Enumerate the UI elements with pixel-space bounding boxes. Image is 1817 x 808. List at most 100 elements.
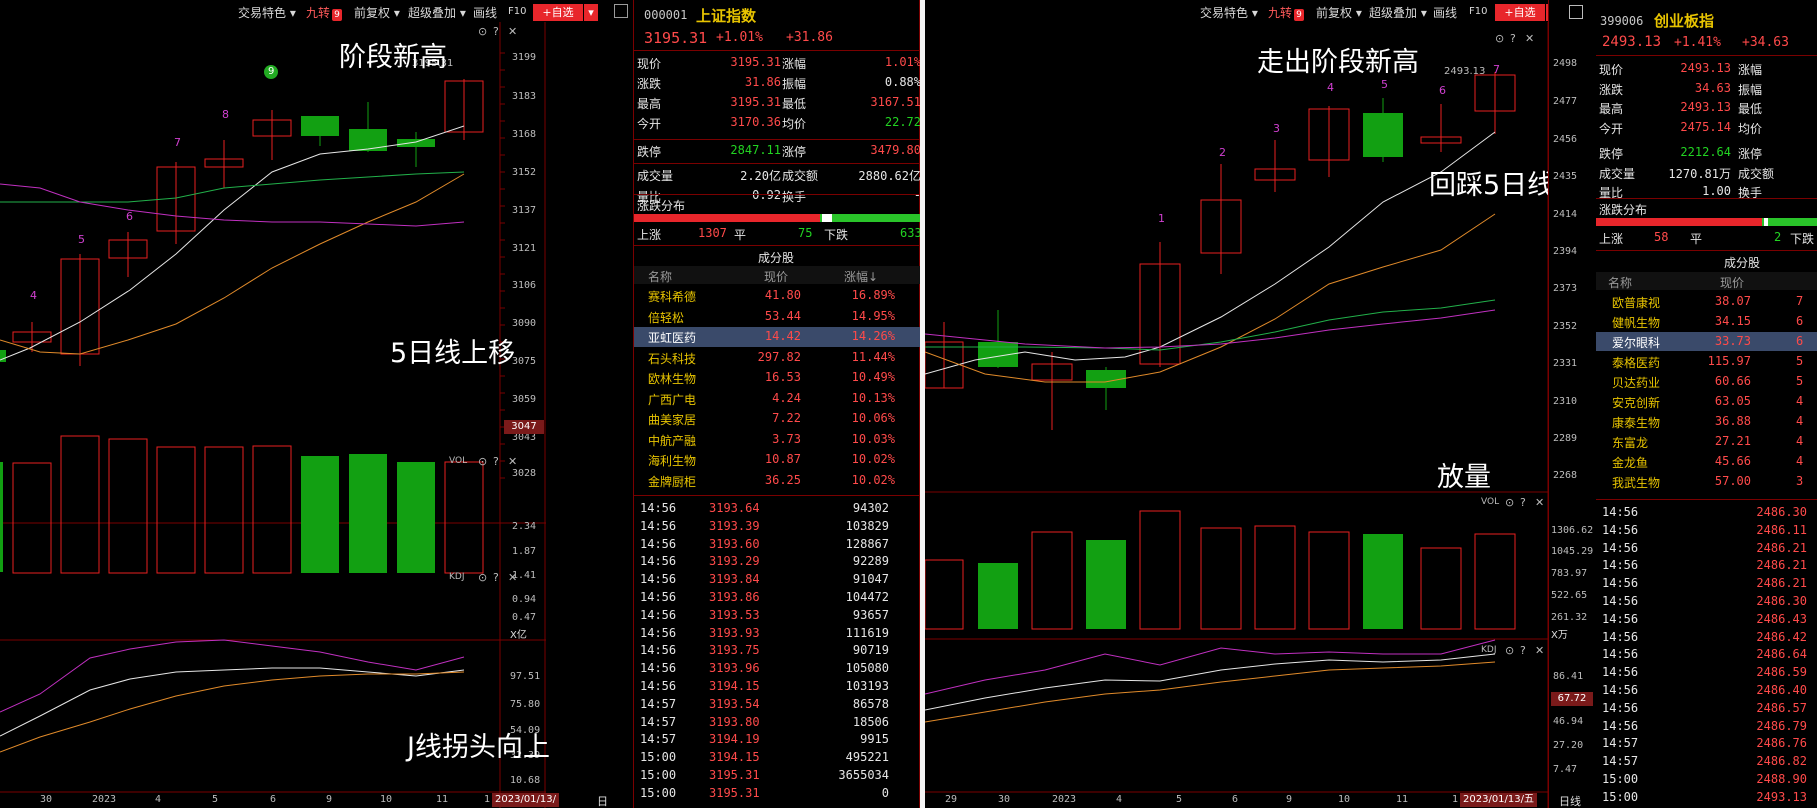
settings-icon[interactable]: ⊙ (478, 455, 487, 468)
tick-time: 15:00 (1602, 772, 1639, 786)
count-label: 6 (1439, 84, 1446, 97)
settings-icon[interactable]: ⊙ (1505, 496, 1514, 509)
quote-key: 跌停 (1599, 147, 1624, 161)
add-watchlist-button[interactable]: +自选 (1495, 4, 1545, 21)
tick-volume: 128867 (845, 536, 889, 551)
draw-line-button[interactable]: 画线 (1433, 4, 1457, 21)
index-pct: +1.41% (1674, 35, 1721, 50)
distribution-up-label: 上涨 (637, 228, 662, 242)
left-kline-chart[interactable] (0, 22, 546, 808)
right-kline-chart[interactable] (925, 22, 1555, 808)
component-row[interactable]: 赛科希德 41.80 16.89% (634, 286, 921, 306)
f10-button[interactable]: F10 (508, 6, 526, 17)
help-icon[interactable]: ? (1510, 32, 1516, 45)
add-watchlist-button[interactable]: +自选 (533, 4, 583, 21)
close-icon[interactable]: ✕ (1535, 644, 1544, 657)
component-row[interactable]: 欧普康视 38.07 7 (1596, 292, 1817, 311)
settings-icon[interactable]: ⊙ (1495, 32, 1504, 45)
components-title: 成分股 (758, 251, 795, 265)
col-pct-header[interactable]: 涨幅↓ (844, 268, 878, 285)
quote-key: 均价 (782, 117, 807, 131)
component-row[interactable]: 海利生物 10.87 10.02% (634, 450, 921, 470)
quote-key: 涨停 (782, 145, 807, 159)
close-icon[interactable]: ✕ (1535, 496, 1544, 509)
index-price: 2493.13 (1602, 34, 1662, 50)
period-label[interactable]: 日线 (1559, 793, 1581, 808)
price-tick: 2498 (1553, 58, 1578, 69)
help-icon[interactable]: ? (1520, 496, 1526, 509)
x-label: 10 (1338, 794, 1351, 805)
component-row[interactable]: 泰格医药 115.97 5 (1596, 352, 1817, 371)
component-row[interactable]: 欧林生物 16.53 10.49% (634, 368, 921, 388)
candle (301, 116, 339, 136)
fq-menu[interactable]: 前复权 ▾ (354, 4, 400, 21)
close-icon[interactable]: ✕ (508, 455, 517, 468)
help-icon[interactable]: ? (1520, 644, 1526, 657)
tick-price: 2488.90 (1756, 772, 1807, 786)
nine-turn-button[interactable]: 九转 9 (306, 4, 343, 21)
kdj-tick: 27.20 (1553, 740, 1584, 751)
x-label: 6 (1232, 794, 1239, 805)
quote-row: 涨跌 34.63 振幅 (1596, 80, 1817, 99)
col-price-header[interactable]: 现价 (764, 268, 788, 285)
component-row[interactable]: 爱尔眼科 33.73 6 (1596, 332, 1817, 351)
x-label: 9 (1286, 794, 1293, 805)
x-label: 11 (1396, 794, 1409, 805)
col-price-header[interactable]: 现价 (1720, 274, 1744, 291)
candle (0, 350, 6, 362)
tick-price: 2486.82 (1756, 754, 1807, 769)
window-toggle-icon[interactable] (614, 4, 628, 18)
component-row[interactable]: 安克创新 63.05 4 (1596, 392, 1817, 411)
quote-row: 量比 1.00 换手 (1596, 183, 1817, 202)
col-name-header[interactable]: 名称 (1608, 274, 1632, 291)
settings-icon[interactable]: ⊙ (478, 25, 487, 38)
component-row[interactable]: 金龙鱼 45.66 4 (1596, 452, 1817, 471)
watchlist-dropdown-button[interactable]: ▾ (584, 4, 598, 21)
tick-price: 2486.76 (1756, 736, 1807, 751)
component-row[interactable]: 东富龙 27.21 4 (1596, 432, 1817, 451)
close-icon[interactable]: ✕ (1525, 32, 1534, 45)
component-row[interactable]: 康泰生物 36.88 4 (1596, 412, 1817, 431)
f10-button[interactable]: F10 (1469, 6, 1487, 17)
tick-time: 14:57 (640, 732, 677, 747)
trade-features-menu[interactable]: 交易特色 ▾ (1200, 4, 1258, 21)
distribution-flat-label: 平 (1690, 232, 1703, 246)
component-row[interactable]: 金牌厨柜 36.25 10.02% (634, 471, 921, 491)
nine-turn-button[interactable]: 九转 9 (1268, 4, 1305, 21)
component-row[interactable]: 贝达药业 60.66 5 (1596, 372, 1817, 391)
component-row[interactable]: 曲美家居 7.22 10.06% (634, 409, 921, 429)
component-row[interactable]: 广西广电 4.24 10.13% (634, 389, 921, 409)
quote-value: 1.00 (1702, 184, 1731, 198)
component-row[interactable]: 亚虹医药 14.42 14.26% (634, 327, 921, 347)
window-toggle-icon[interactable] (1569, 5, 1583, 19)
period-label[interactable]: 日线 (597, 793, 608, 808)
component-row[interactable]: 健帆生物 34.15 6 (1596, 312, 1817, 331)
draw-line-button[interactable]: 画线 (473, 4, 497, 21)
overlay-menu[interactable]: 超级叠加 ▾ (1369, 4, 1427, 21)
col-name-header[interactable]: 名称 (648, 268, 672, 285)
component-row[interactable]: 石头科技 297.82 11.44% (634, 348, 921, 368)
tick-row: 14:56 2486.21 (1596, 540, 1817, 557)
help-icon[interactable]: ? (493, 25, 499, 38)
x-label: 4 (155, 794, 162, 805)
price-tick: 2331 (1553, 358, 1578, 369)
date-tag: 2023/01/13/五 (492, 793, 560, 807)
overlay-menu[interactable]: 超级叠加 ▾ (408, 4, 466, 21)
component-name: 石头科技 (648, 351, 697, 366)
tick-volume: 18506 (852, 714, 889, 729)
close-icon[interactable]: ✕ (508, 25, 517, 38)
component-pct: 3 (1796, 474, 1804, 488)
fq-menu[interactable]: 前复权 ▾ (1316, 4, 1362, 21)
kdj-tick: 10.68 (510, 775, 541, 786)
component-row[interactable]: 中航产融 3.73 10.03% (634, 430, 921, 450)
help-icon[interactable]: ? (493, 571, 499, 584)
settings-icon[interactable]: ⊙ (478, 571, 487, 584)
help-icon[interactable]: ? (493, 455, 499, 468)
component-row[interactable]: 倍轻松 53.44 14.95% (634, 307, 921, 327)
settings-icon[interactable]: ⊙ (1505, 644, 1514, 657)
price-tick: 2268 (1553, 470, 1578, 481)
trade-features-menu[interactable]: 交易特色 ▾ (238, 4, 296, 21)
quote-row: 成交量 1270.81万 成交额 (1596, 164, 1817, 183)
component-row[interactable]: 我武生物 57.00 3 (1596, 472, 1817, 491)
quote-key: 涨跌 (637, 77, 662, 91)
